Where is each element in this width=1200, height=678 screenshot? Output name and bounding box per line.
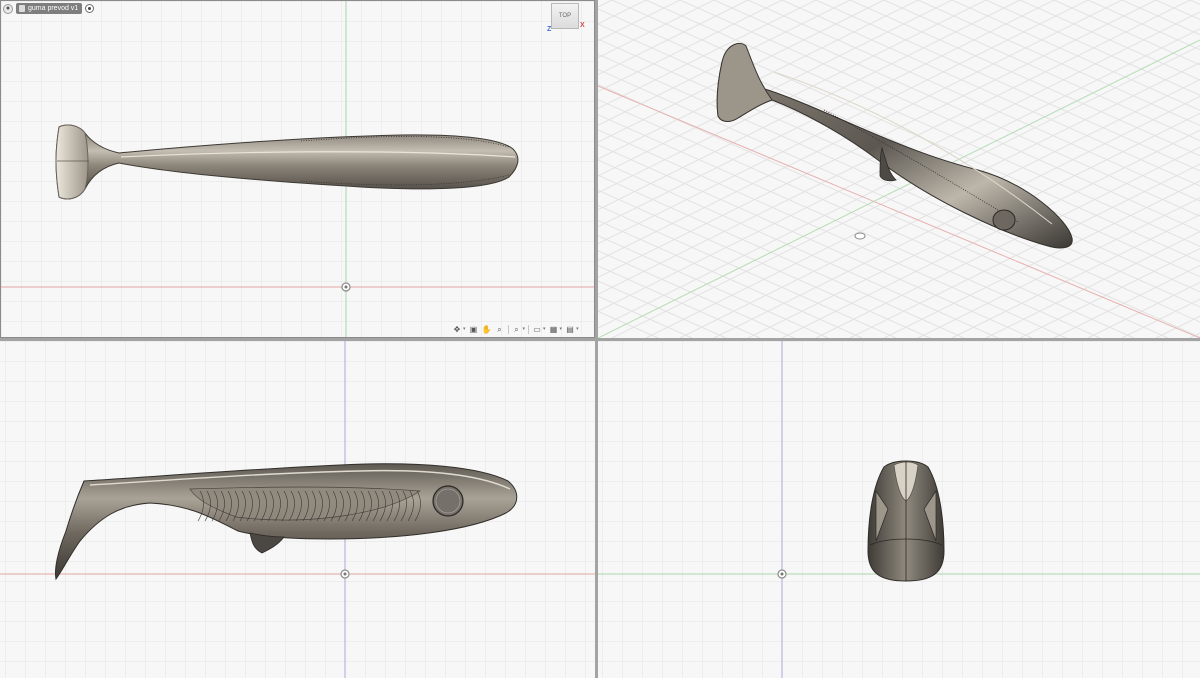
iso-origin-marker [854,232,866,240]
browser-document-chip[interactable]: ● guma prevod v1 [3,3,95,14]
viewcube-axis-x-label: X [580,22,585,29]
pan-hand-button[interactable]: ✋ [482,324,492,335]
display-settings-button[interactable]: ▭ ▾ [532,324,546,335]
origin-marker [341,282,351,292]
grid-settings-icon: ▦ [549,325,558,334]
side-origin-marker [340,569,350,579]
chevron-down-icon[interactable]: ▾ [576,324,579,335]
viewport-front[interactable] [598,341,1200,678]
viewcube-face-label: TOP [558,13,572,19]
viewport-side[interactable] [0,341,595,678]
display-settings-icon: ▭ [533,325,541,334]
zoom-button[interactable]: ⌕ [495,324,505,335]
grid-settings-button[interactable]: ▦ ▾ [549,324,563,335]
lure-front-view[interactable] [867,460,945,582]
zoom-icon: ⌕ [497,325,502,334]
navigation-toolbar: ✥ ▾ ▣ ✋ ⌕ ⌕ ▾ ▭ ▾ ▦ ▾ ▤ ▾ [452,323,579,336]
front-origin-marker [777,569,787,579]
document-name-tag[interactable]: guma prevod v1 [16,3,83,14]
chevron-down-icon[interactable]: ▾ [543,324,546,335]
look-at-button[interactable]: ▣ [469,324,479,335]
look-at-icon: ▣ [469,325,478,334]
chevron-down-icon[interactable]: ▾ [463,324,466,335]
chevron-down-icon[interactable]: ▾ [523,324,526,335]
viewports-icon: ▤ [566,325,574,334]
toolbar-separator [528,325,530,334]
pan-hand-icon: ✋ [481,325,492,334]
eye-icon[interactable]: ● [3,3,13,14]
orbit-button[interactable]: ✥ ▾ [452,324,466,335]
toolbar-separator [507,325,509,334]
orbit-icon: ✥ [453,325,461,334]
front-view-canvas[interactable] [598,341,1200,678]
document-icon [19,5,25,12]
side-view-canvas[interactable] [0,341,595,678]
fit-zoom-icon: ⌕ [514,325,519,334]
viewcube[interactable]: TOP [551,3,579,29]
fit-zoom-button[interactable]: ⌕ ▾ [512,324,526,335]
viewport-top[interactable]: ● guma prevod v1 TOP X Z ✥ ▾ ▣ ✋ ⌕ ⌕ ▾ ▭ ▾ ▦ ▾ ▤ ▾ [0,0,595,338]
iso-view-canvas[interactable] [598,0,1200,338]
viewports-button[interactable]: ▤ ▾ [565,324,579,335]
top-view-canvas[interactable] [1,1,594,337]
fusion-four-view-workspace: ● guma prevod v1 TOP X Z ✥ ▾ ▣ ✋ ⌕ ⌕ ▾ ▭ ▾ ▦ ▾ ▤ ▾ [0,0,1200,678]
viewcube-axis-z-label: Z [547,26,552,33]
viewport-isometric[interactable] [598,0,1200,338]
document-name: guma prevod v1 [28,5,79,12]
viewport-divider-horizontal[interactable] [0,338,1200,341]
radio-target-icon[interactable] [85,4,95,13]
chevron-down-icon[interactable]: ▾ [560,324,563,335]
